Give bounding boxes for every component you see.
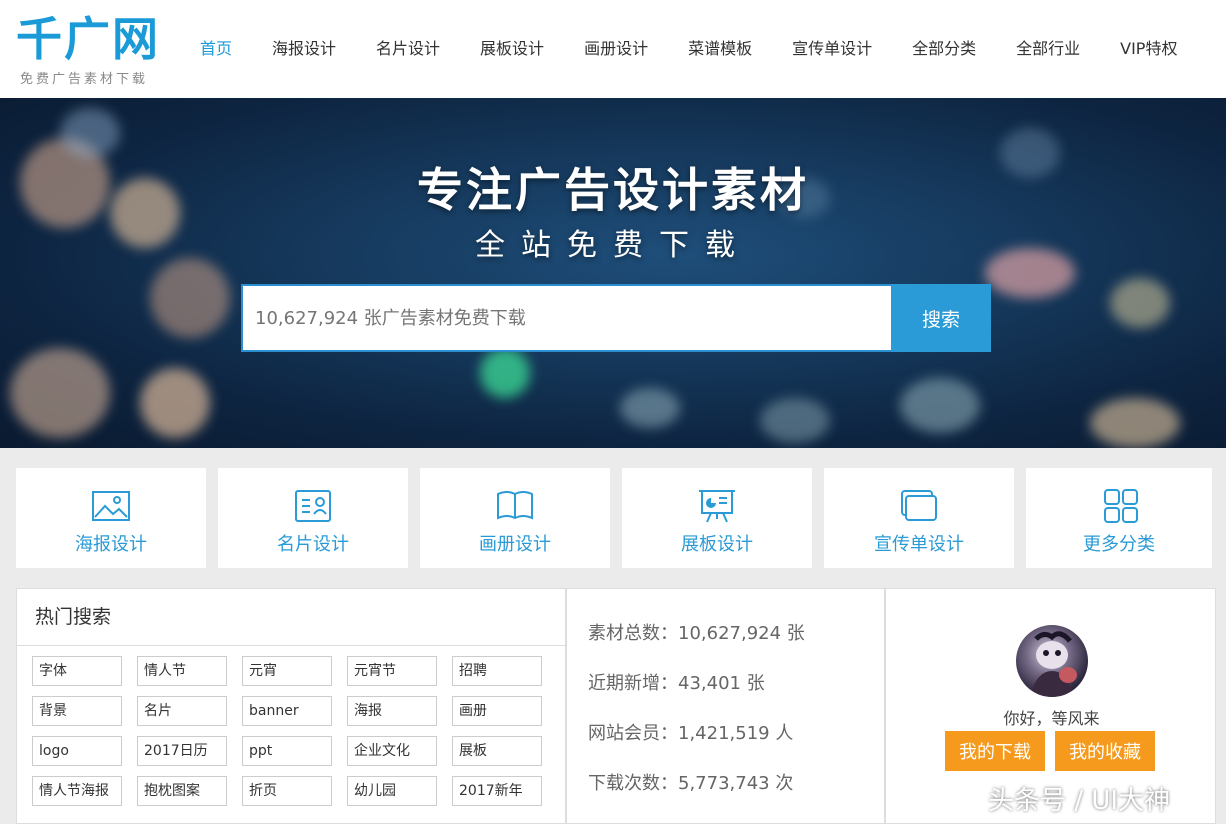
hot-search-panel: 热门搜索 字体 情人节 元宵 元宵节 招聘 背景 名片 banner 海报 画册… — [16, 588, 566, 824]
stat-recent-new: 近期新增：43,401 张 — [588, 673, 765, 694]
hot-tag[interactable]: 情人节 — [137, 656, 227, 686]
hot-tag[interactable]: 抱枕图案 — [137, 776, 227, 806]
nav-item-flyer[interactable]: 宣传单设计 — [772, 0, 892, 98]
bokeh-light — [1110, 278, 1170, 328]
hot-tag[interactable]: 元宵 — [242, 656, 332, 686]
bokeh-light — [620, 388, 680, 428]
hot-tag[interactable]: ppt — [242, 736, 332, 766]
hot-tag[interactable]: 2017日历 — [137, 736, 227, 766]
search-input[interactable] — [241, 284, 891, 352]
bokeh-light — [10, 348, 110, 438]
card-icon — [295, 490, 331, 522]
hot-tag[interactable]: 幼儿园 — [347, 776, 437, 806]
hot-tag[interactable]: 情人节海报 — [32, 776, 122, 806]
hot-tag[interactable]: 企业文化 — [347, 736, 437, 766]
search-button[interactable]: 搜索 — [891, 284, 991, 352]
stat-total-assets: 素材总数：10,627,924 张 — [588, 623, 805, 644]
user-greeting: 你好，等风来 — [1003, 709, 1100, 728]
category-label: 展板设计 — [681, 534, 753, 555]
nav-item-home[interactable]: 首页 — [180, 0, 252, 98]
hot-tag[interactable]: 元宵节 — [347, 656, 437, 686]
category-card-poster[interactable]: 海报设计 — [16, 468, 206, 568]
category-label: 宣传单设计 — [874, 534, 964, 555]
bokeh-light — [150, 258, 230, 338]
hot-tag[interactable]: 展板 — [452, 736, 542, 766]
hot-tag[interactable]: 海报 — [347, 696, 437, 726]
category-card-more[interactable]: 更多分类 — [1026, 468, 1212, 568]
category-card-card[interactable]: 名片设计 — [218, 468, 408, 568]
nav-item-card[interactable]: 名片设计 — [356, 0, 460, 98]
watermark-text: 头条号 / UI大神 — [988, 786, 1170, 816]
category-label: 名片设计 — [277, 534, 349, 555]
banner-title: 专注广告设计素材 — [417, 163, 809, 217]
hot-tag[interactable]: 2017新年 — [452, 776, 542, 806]
nav-item-vip[interactable]: VIP特权 — [1100, 0, 1197, 98]
category-card-board[interactable]: 展板设计 — [622, 468, 812, 568]
banner-subtitle: 全站免费下载 — [475, 228, 751, 263]
hot-tag[interactable]: banner — [242, 696, 332, 726]
site-header: 千广网 免费广告素材下载 首页 海报设计 名片设计 展板设计 画册设计 菜谱模板… — [0, 0, 1226, 98]
my-favorites-button[interactable]: 我的收藏 — [1055, 731, 1155, 771]
hot-tag[interactable]: 背景 — [32, 696, 122, 726]
logo-sub-text: 免费广告素材下载 — [20, 72, 149, 87]
category-cards: 海报设计 名片设计 画册设计 展板设计 宣传单设计 更多分类 — [16, 468, 1212, 568]
category-card-album[interactable]: 画册设计 — [420, 468, 610, 568]
bokeh-light — [480, 348, 530, 398]
bokeh-light — [900, 378, 980, 433]
nav-item-poster[interactable]: 海报设计 — [252, 0, 356, 98]
layers-icon — [901, 490, 937, 521]
hot-tag[interactable]: 招聘 — [452, 656, 542, 686]
site-stats-panel: 素材总数：10,627,924 张 近期新增：43,401 张 网站会员：1,4… — [566, 588, 885, 824]
image-icon — [92, 491, 130, 521]
bokeh-light — [60, 108, 120, 158]
my-downloads-button[interactable]: 我的下载 — [945, 731, 1045, 771]
logo-main-text: 千广网 — [16, 12, 160, 66]
hot-tag[interactable]: 字体 — [32, 656, 122, 686]
search-bar: 搜索 — [241, 284, 991, 352]
bokeh-light — [140, 368, 210, 438]
main-nav: 首页 海报设计 名片设计 展板设计 画册设计 菜谱模板 宣传单设计 全部分类 全… — [180, 0, 1197, 98]
stat-downloads: 下载次数：5,773,743 次 — [588, 773, 794, 794]
category-card-flyer[interactable]: 宣传单设计 — [824, 468, 1014, 568]
stat-members: 网站会员：1,421,519 人 — [588, 723, 794, 744]
hot-tag[interactable]: 名片 — [137, 696, 227, 726]
hot-tag[interactable]: 折页 — [242, 776, 332, 806]
board-icon — [699, 490, 735, 523]
nav-item-all-categories[interactable]: 全部分类 — [892, 0, 996, 98]
hero-banner: 专注广告设计素材 全站免费下载 搜索 — [0, 98, 1226, 448]
category-label: 更多分类 — [1083, 534, 1155, 555]
grid-icon — [1104, 489, 1138, 523]
category-label: 海报设计 — [75, 534, 147, 555]
bokeh-light — [760, 398, 830, 443]
site-logo[interactable]: 千广网 免费广告素材下载 — [16, 12, 166, 88]
bokeh-light — [1090, 398, 1180, 448]
nav-item-board[interactable]: 展板设计 — [460, 0, 564, 98]
nav-item-album[interactable]: 画册设计 — [564, 0, 668, 98]
avatar-image — [1030, 631, 1077, 697]
category-label: 画册设计 — [479, 534, 551, 555]
nav-item-all-industries[interactable]: 全部行业 — [996, 0, 1100, 98]
hot-search-title: 热门搜索 — [17, 589, 565, 646]
nav-item-menu[interactable]: 菜谱模板 — [668, 0, 772, 98]
avatar[interactable] — [1016, 625, 1088, 697]
book-icon — [497, 491, 533, 520]
hot-tag[interactable]: logo — [32, 736, 122, 766]
hot-tag[interactable]: 画册 — [452, 696, 542, 726]
